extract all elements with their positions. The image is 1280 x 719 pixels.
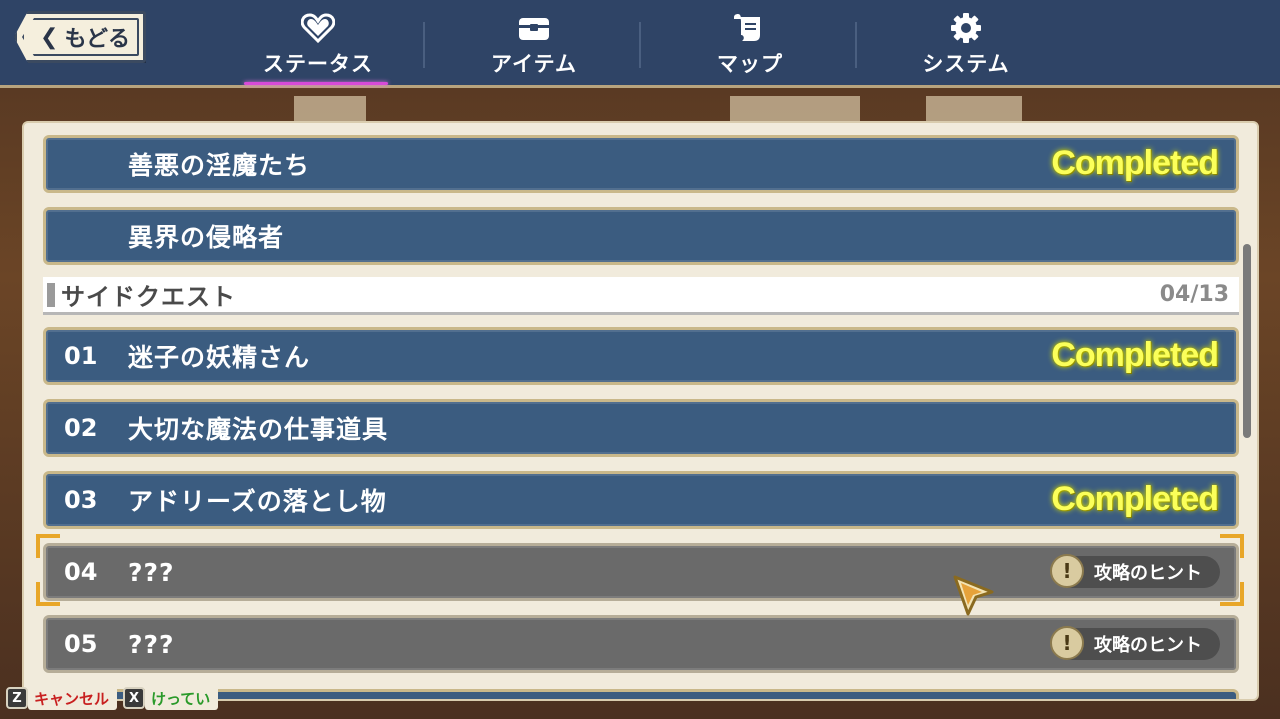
completed-label: Completed [1051,480,1219,518]
quest-title: ??? [128,629,175,659]
completed-label: Completed [1051,144,1219,182]
tab-items[interactable]: アイテム [426,0,642,88]
quest-number: 03 [64,486,98,514]
quest-title: ??? [128,557,175,587]
strategy-hint-button[interactable]: ! 攻略のヒント [1050,554,1220,588]
button-hints: Z キャンセル X けってい [6,683,224,713]
tab-divider [423,22,425,68]
menu-tabs: ステータス アイテム マップ システム [210,0,1074,88]
tab-map[interactable]: マップ [642,0,858,88]
side-quest-section-header: サイドクエスト 04/13 [43,277,1239,315]
background-window [294,96,366,124]
completed-label: Completed [1051,336,1219,374]
cancel-hint[interactable]: キャンセル [28,686,118,710]
tab-map-label: マップ [717,52,783,76]
chest-icon [514,10,554,46]
section-progress-count: 04/13 [1159,282,1229,307]
tab-divider [639,22,641,68]
x-key-icon: X [123,687,146,709]
list-scrollbar[interactable] [1243,244,1251,438]
quest-title: 大切な魔法の仕事道具 [128,415,389,444]
top-navigation-bar: ❮ もどる ステータス アイテム マップ システム [0,0,1280,88]
confirm-hint[interactable]: けってい [145,686,219,710]
heart-icon [298,10,338,46]
pointer-cursor-icon [952,574,996,618]
quest-title: 善悪の淫魔たち [128,151,311,180]
back-button[interactable]: ❮ もどる [14,11,146,63]
quest-number: 01 [64,342,98,370]
exclamation-icon: ! [1050,554,1084,588]
tab-status[interactable]: ステータス [210,0,426,88]
exclamation-icon: ! [1050,626,1084,660]
background-window [926,96,1022,124]
quest-list-panel: 善悪の淫魔たち Completed 異界の侵略者 サイドクエスト 04/13 0… [22,121,1259,701]
section-title: サイドクエスト [61,283,236,311]
hint-label: 攻略のヒント [1094,635,1202,656]
tab-system-label: システム [922,52,1010,76]
strategy-hint-button[interactable]: ! 攻略のヒント [1050,626,1220,660]
quest-row-side-04[interactable]: 04 ??? ! 攻略のヒント [43,543,1239,601]
gear-icon [946,10,986,46]
selection-corner-top-right [1220,534,1244,558]
quest-row-side-01[interactable]: 01 迷子の妖精さん Completed [43,327,1239,385]
quest-number: 05 [64,630,98,658]
quest-number: 02 [64,414,98,442]
tab-system[interactable]: システム [858,0,1074,88]
quest-row-side-02[interactable]: 02 大切な魔法の仕事道具 [43,399,1239,457]
selection-corner-bottom-right [1220,582,1244,606]
scroll-map-icon [730,10,770,46]
tab-status-label: ステータス [263,52,373,76]
back-button-frame [22,18,139,56]
tab-items-label: アイテム [491,52,577,76]
quest-row-main-1[interactable]: 善悪の淫魔たち Completed [43,135,1239,193]
quest-title: 異界の侵略者 [128,223,285,252]
quest-title: 迷子の妖精さん [128,343,311,372]
quest-row-side-03[interactable]: 03 アドリーズの落とし物 Completed [43,471,1239,529]
hint-label: 攻略のヒント [1094,563,1202,584]
background-window [730,96,860,124]
quest-title: アドリーズの落とし物 [128,487,387,516]
z-key-icon: Z [6,687,28,709]
selection-corner-bottom-left [36,582,60,606]
quest-row-side-05[interactable]: 05 ??? ! 攻略のヒント [43,615,1239,673]
quest-row-main-2[interactable]: 異界の侵略者 [43,207,1239,265]
selection-corner-top-left [36,534,60,558]
section-header-marker [47,282,55,307]
tab-divider [855,22,857,68]
